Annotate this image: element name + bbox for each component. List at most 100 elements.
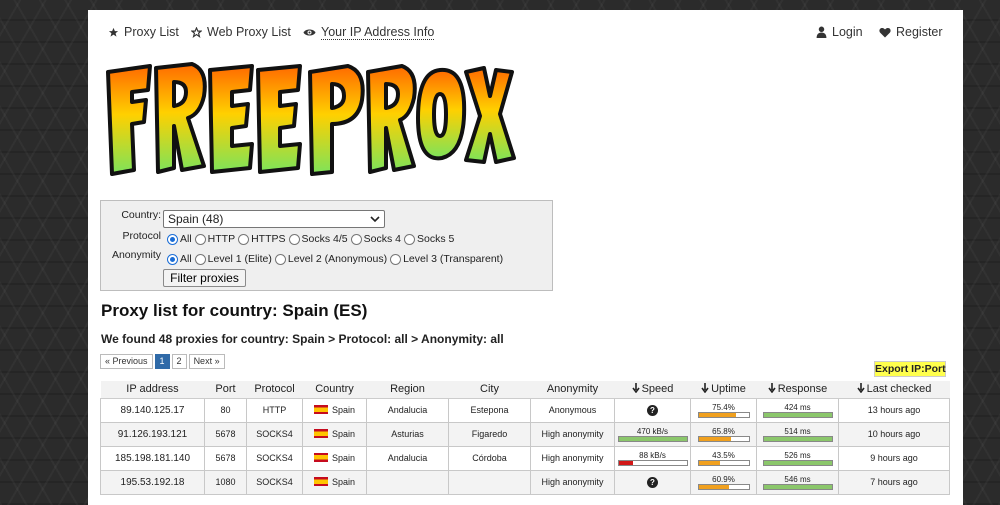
filter-form: Country: Spain (48) Protocol All HTTP HT… <box>100 200 553 291</box>
protocol-radio-http[interactable]: HTTP <box>194 233 235 245</box>
pagination-previous[interactable]: « Previous <box>100 354 153 369</box>
cell-last-checked: 7 hours ago <box>838 469 950 495</box>
country-name: Spain <box>331 453 356 463</box>
country-name: Spain <box>331 429 356 439</box>
col-last-checked-sort[interactable]: Last checked <box>838 381 950 399</box>
protocol-radio-socks45[interactable]: Socks 4/5 <box>288 233 348 245</box>
nav-ip-info-label: Your IP Address Info <box>321 24 435 40</box>
cell-response: 526 ms <box>756 445 839 471</box>
cell-country: Spain <box>302 469 367 495</box>
col-region: Region <box>366 381 449 399</box>
cell-country: Spain <box>302 397 367 423</box>
page-title: Proxy list for country: Spain (ES) <box>101 301 368 320</box>
anonymity-radio-level2[interactable]: Level 2 (Anonymous) <box>274 253 387 265</box>
cell-uptime: 65.8% <box>690 421 757 447</box>
cell-response-bar <box>762 411 833 418</box>
country-select[interactable]: Spain (48) <box>163 210 385 228</box>
cell-response-label: 526 ms <box>784 450 811 460</box>
radio-icon <box>194 253 206 265</box>
table-row: 89.140.125.17 80 HTTP Spain Andalucia Estepon… <box>100 397 950 423</box>
cell-response: 546 ms <box>756 469 839 495</box>
col-speed-sort[interactable]: Speed <box>614 381 691 399</box>
cell-protocol: SOCKS4 <box>246 445 303 471</box>
anonymity-radio-all[interactable]: All <box>167 253 192 265</box>
heart-icon <box>879 27 891 37</box>
cell-anonymity: High anonymity <box>530 445 615 471</box>
cell-anonymity: High anonymity <box>530 421 615 447</box>
anonymity-radio-level1[interactable]: Level 1 (Elite) <box>194 253 272 265</box>
pagination-page-1[interactable]: 1 <box>154 354 170 369</box>
cell-response-bar <box>762 483 833 490</box>
cell-speed: 88 kB/s <box>614 445 691 471</box>
protocol-radio-socks4[interactable]: Socks 4 <box>350 233 401 245</box>
country-label: Country: <box>121 209 161 221</box>
eye-icon <box>303 29 316 35</box>
col-uptime-sort[interactable]: Uptime <box>690 381 757 399</box>
country-select-value: Spain (48) <box>168 212 224 226</box>
sort-down-icon <box>631 383 640 394</box>
cell-city: Estepona <box>448 397 531 423</box>
protocol-radio-all[interactable]: All <box>167 233 192 245</box>
protocol-radio-group: All HTTP HTTPS Socks 4/5 Socks 4 Socks 5 <box>167 233 457 245</box>
site-logo[interactable] <box>100 62 525 182</box>
cell-city <box>448 469 531 495</box>
top-nav: Proxy List Web Proxy List Your IP Addres… <box>88 10 963 52</box>
col-response-sort[interactable]: Response <box>756 381 839 399</box>
radio-icon <box>288 233 300 245</box>
protocol-radio-socks5[interactable]: Socks 5 <box>403 233 454 245</box>
results-summary: We found 48 proxies for country: Spain >… <box>101 332 504 346</box>
nav-ip-info[interactable]: Your IP Address Info <box>303 24 435 40</box>
cell-uptime-bar <box>697 483 750 490</box>
cell-protocol: SOCKS4 <box>246 469 303 495</box>
cell-protocol: SOCKS4 <box>246 421 303 447</box>
sort-down-icon <box>856 383 865 394</box>
export-ip-port-button[interactable]: Export IP:Port <box>874 361 946 377</box>
anonymity-label: Anonymity <box>111 249 161 261</box>
nav-web-proxy-list[interactable]: Web Proxy List <box>191 24 291 40</box>
cell-ip: 89.140.125.17 <box>100 397 205 423</box>
cell-anonymity: Anonymous <box>530 397 615 423</box>
radio-selected-icon <box>167 253 178 265</box>
cell-speed: 470 kB/s <box>614 421 691 447</box>
pagination-next[interactable]: Next » <box>188 354 225 369</box>
star-outline-icon <box>191 26 202 38</box>
cell-ip: 91.126.193.121 <box>100 421 205 447</box>
cell-uptime-bar <box>697 459 750 466</box>
cell-response-label: 514 ms <box>784 426 811 436</box>
nav-proxy-list-label: Proxy List <box>124 24 179 39</box>
radio-icon <box>390 253 402 265</box>
radio-icon <box>350 233 362 245</box>
filter-proxies-button[interactable]: Filter proxies <box>163 269 246 287</box>
radio-icon <box>274 253 286 265</box>
cell-port: 80 <box>204 397 247 423</box>
cell-last-checked: 9 hours ago <box>838 445 950 471</box>
nav-login[interactable]: Login <box>816 24 863 40</box>
cell-region: Asturias <box>366 421 449 447</box>
country-name: Spain <box>331 405 356 415</box>
radio-icon <box>403 233 415 245</box>
pagination-page-2[interactable]: 2 <box>171 354 187 369</box>
protocol-radio-https[interactable]: HTTPS <box>238 233 286 245</box>
cell-uptime-label: 43.5% <box>712 450 735 460</box>
nav-proxy-list[interactable]: Proxy List <box>108 24 179 40</box>
cell-speed: ? <box>614 469 691 495</box>
cell-uptime-bar <box>697 411 750 418</box>
protocol-label: Protocol <box>122 230 161 242</box>
radio-icon <box>238 233 250 245</box>
cell-ip: 185.198.181.140 <box>100 445 205 471</box>
cell-uptime-label: 75.4% <box>712 402 735 412</box>
nav-register[interactable]: Register <box>879 24 943 40</box>
sort-down-icon <box>701 383 709 394</box>
table-row: 195.53.192.18 1080 SOCKS4 Spain High anonymi… <box>100 469 950 495</box>
spain-flag-icon <box>313 477 328 486</box>
cell-response-bar <box>762 435 833 442</box>
cell-uptime-bar <box>697 435 750 442</box>
col-port: Port <box>204 381 247 399</box>
cell-city: Córdoba <box>448 445 531 471</box>
anonymity-radio-level3[interactable]: Level 3 (Transparent) <box>390 253 503 265</box>
cell-city: Figaredo <box>448 421 531 447</box>
cell-last-checked: 13 hours ago <box>838 397 950 423</box>
spain-flag-icon <box>313 453 328 462</box>
cell-country: Spain <box>302 421 367 447</box>
col-ip: IP address <box>100 381 205 399</box>
